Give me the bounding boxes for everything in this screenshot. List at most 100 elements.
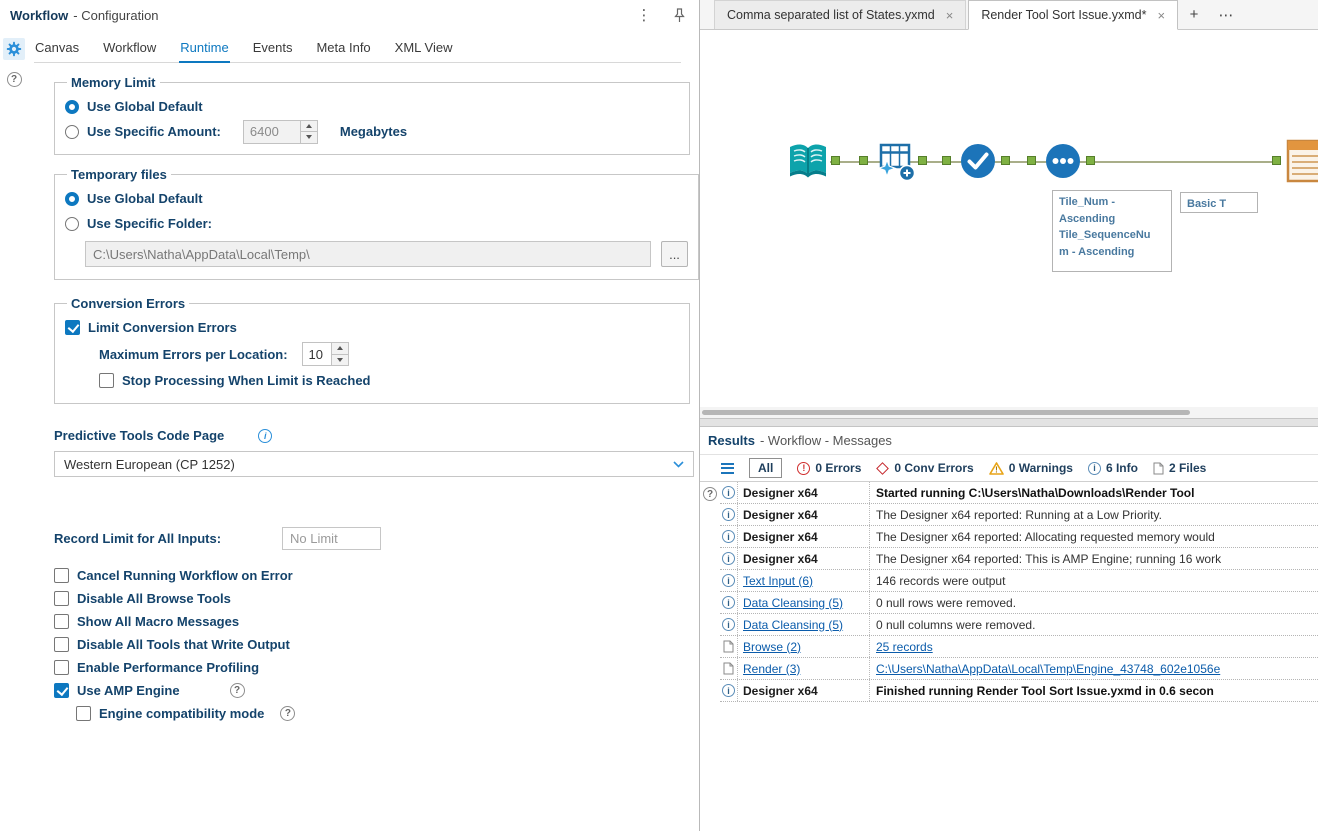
compatibility-help-icon[interactable]: ? <box>280 706 296 721</box>
max-errors-input[interactable]: 10 <box>301 342 332 366</box>
message-row[interactable]: Render (3) C:\Users\Natha\AppData\Local\… <box>720 658 1318 680</box>
scrollbar-thumb[interactable] <box>702 410 1190 415</box>
list-view-icon[interactable] <box>721 462 734 474</box>
canvas-horizontal-scrollbar[interactable] <box>700 407 1318 418</box>
filter-conv-errors-button[interactable]: 0 Conv Errors <box>876 461 974 475</box>
message-row[interactable]: i Data Cleansing (5) 0 null rows were re… <box>720 592 1318 614</box>
results-help-icon[interactable]: ? <box>703 487 717 501</box>
sort-tool-icon[interactable] <box>1040 138 1086 184</box>
basic-table-tool-icon[interactable] <box>1285 138 1318 184</box>
output-anchor[interactable] <box>831 156 840 165</box>
tab-canvas[interactable]: Canvas <box>34 36 80 62</box>
output-anchor[interactable] <box>1086 156 1095 165</box>
message-row[interactable]: i Text Input (6) 146 records were output <box>720 570 1318 592</box>
workspace-panel: Comma separated list of States.yxmd × Re… <box>700 0 1318 831</box>
sort-annotation[interactable]: Tile_Num - Ascending Tile_SequenceNu m -… <box>1052 190 1172 272</box>
close-icon[interactable]: × <box>946 8 954 23</box>
limit-conversion-errors-checkbox[interactable] <box>65 320 80 335</box>
filter-files-button[interactable]: 2 Files <box>1153 461 1206 475</box>
temp-folder-field[interactable]: C:\Users\Natha\AppData\Local\Temp\ <box>85 241 651 267</box>
message-row[interactable]: i Designer x64 The Designer x64 reported… <box>720 526 1318 548</box>
message-row[interactable]: i Designer x64 The Designer x64 reported… <box>720 548 1318 570</box>
filter-errors-button[interactable]: ! 0 Errors <box>797 461 861 475</box>
amp-help-icon[interactable]: ? <box>229 683 245 698</box>
input-anchor[interactable] <box>942 156 951 165</box>
memory-global-radio[interactable] <box>65 99 79 114</box>
cancel-on-error-checkbox[interactable] <box>54 568 69 583</box>
filter-info-button[interactable]: i 6 Info <box>1087 461 1138 475</box>
record-limit-label: Record Limit for All Inputs: <box>54 531 222 546</box>
memory-amount-input[interactable]: 6400 <box>242 119 301 144</box>
message-source-link[interactable]: Browse (2) <box>743 640 801 654</box>
memory-amount-stepper[interactable] <box>300 119 318 144</box>
output-anchor[interactable] <box>1001 156 1010 165</box>
message-row[interactable]: Browse (2) 25 records <box>720 636 1318 658</box>
use-amp-engine-checkbox[interactable] <box>54 683 69 698</box>
message-row[interactable]: i Designer x64 Started running C:\Users\… <box>720 482 1318 504</box>
pin-icon[interactable] <box>674 7 685 23</box>
message-source-link[interactable]: Data Cleansing (5) <box>743 618 843 632</box>
tab-meta-info[interactable]: Meta Info <box>315 36 371 62</box>
message-source-link[interactable]: Text Input (6) <box>743 574 813 588</box>
data-cleansing-tool-icon[interactable] <box>872 138 918 184</box>
message-text-link[interactable]: 25 records <box>876 640 933 654</box>
text-input-tool-icon[interactable] <box>785 138 831 184</box>
temp-global-radio[interactable] <box>65 191 79 206</box>
results-panel: Results - Workflow - Messages All ! 0 Er… <box>700 427 1318 831</box>
code-page-label: Predictive Tools Code Page <box>54 428 225 443</box>
tab-comma-separated-list[interactable]: Comma separated list of States.yxmd × <box>714 0 967 29</box>
more-tabs-button[interactable]: ⋯ <box>1210 0 1242 29</box>
message-row[interactable]: i Designer x64 The Designer x64 reported… <box>720 504 1318 526</box>
browse-folder-button[interactable]: ... <box>661 241 688 267</box>
config-subtitle: - Configuration <box>73 7 159 23</box>
code-page-dropdown[interactable]: Western European (CP 1252) <box>54 451 694 477</box>
filter-all-button[interactable]: All <box>749 458 783 478</box>
performance-profiling-checkbox[interactable] <box>54 660 69 675</box>
engine-compatibility-checkbox[interactable] <box>76 706 91 721</box>
max-errors-stepper[interactable] <box>331 342 349 366</box>
info-icon: i <box>722 596 735 609</box>
message-row[interactable]: i Data Cleansing (5) 0 null columns were… <box>720 614 1318 636</box>
tab-xml-view[interactable]: XML View <box>394 36 454 62</box>
tab-events[interactable]: Events <box>252 36 294 62</box>
workflow-canvas[interactable]: Tile_Num - Ascending Tile_SequenceNu m -… <box>700 30 1318 418</box>
message-text: 146 records were output <box>876 573 1006 588</box>
record-limit-input[interactable] <box>282 527 381 550</box>
input-anchor[interactable] <box>859 156 868 165</box>
temp-specific-radio[interactable] <box>65 216 79 231</box>
input-anchor[interactable] <box>1027 156 1036 165</box>
message-row[interactable]: i Designer x64 Finished running Render T… <box>720 680 1318 702</box>
message-source: Designer x64 <box>743 485 818 500</box>
kebab-menu-icon[interactable]: ⋮ <box>636 8 652 23</box>
memory-specific-radio[interactable] <box>65 124 79 139</box>
message-source-link[interactable]: Render (3) <box>743 662 800 676</box>
check-tool-icon[interactable] <box>955 138 1001 184</box>
filter-info-label: 6 Info <box>1105 461 1138 475</box>
show-macro-messages-checkbox[interactable] <box>54 614 69 629</box>
message-text: 0 null rows were removed. <box>876 595 1017 610</box>
tab-runtime[interactable]: Runtime <box>179 36 230 63</box>
filter-warnings-button[interactable]: ! 0 Warnings <box>988 461 1073 475</box>
basic-table-annotation[interactable]: Basic T <box>1180 192 1258 213</box>
info-icon[interactable]: i <box>258 428 273 443</box>
gear-icon[interactable] <box>3 38 25 60</box>
message-text-link[interactable]: C:\Users\Natha\AppData\Local\Temp\Engine… <box>876 662 1220 676</box>
tab-workflow[interactable]: Workflow <box>102 36 157 62</box>
info-icon: i <box>722 618 735 631</box>
tab-render-tool-sort-issue[interactable]: Render Tool Sort Issue.yxmd* × <box>968 0 1179 30</box>
help-icon[interactable]: ? <box>6 72 22 87</box>
message-source: Designer x64 <box>743 551 818 566</box>
message-source-link[interactable]: Data Cleansing (5) <box>743 596 843 610</box>
panel-splitter[interactable] <box>700 418 1318 427</box>
disable-browse-tools-checkbox[interactable] <box>54 591 69 606</box>
temporary-files-group: Temporary files Use Global Default Use S… <box>54 167 699 280</box>
output-anchor[interactable] <box>918 156 927 165</box>
close-icon[interactable]: × <box>1157 8 1165 23</box>
temp-specific-label: Use Specific Folder: <box>87 216 212 231</box>
disable-write-output-checkbox[interactable] <box>54 637 69 652</box>
stop-processing-checkbox[interactable] <box>99 373 114 388</box>
info-icon: i <box>722 552 735 565</box>
input-anchor[interactable] <box>1272 156 1281 165</box>
new-tab-button[interactable]: + <box>1178 0 1210 29</box>
tab-label: Render Tool Sort Issue.yxmd* <box>981 8 1147 22</box>
